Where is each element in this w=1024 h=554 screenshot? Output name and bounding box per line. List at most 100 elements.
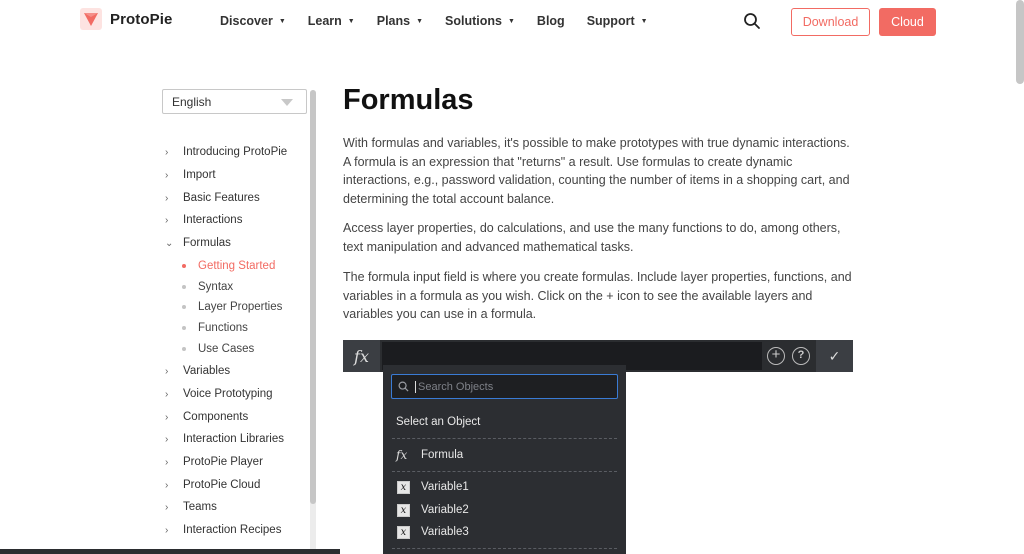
object-picker-dropdown: Search Objects Select an Object fx Formu…	[383, 365, 626, 554]
nav-support-label: Support	[586, 14, 635, 28]
divider	[392, 471, 617, 472]
nav-learn-label: Learn	[307, 14, 342, 28]
chevron-right-icon: ›	[165, 146, 169, 158]
object-item-label: Formula	[421, 449, 464, 461]
sidebar-subitem-label: Getting Started	[198, 260, 276, 272]
object-item-variable2[interactable]: x Variable2	[396, 502, 469, 518]
layer-properties-paragraph: Access layer properties, do calculations…	[343, 221, 841, 254]
nav-support[interactable]: Support ▼	[587, 14, 648, 28]
object-item-label: Variable2	[421, 504, 469, 516]
fx-icon: fx	[343, 340, 380, 372]
divider	[392, 438, 617, 439]
variable-icon: x	[397, 525, 410, 539]
nav-blog-label: Blog	[536, 14, 565, 28]
sidebar-item-protopie-player[interactable]: › ProtoPie Player	[165, 453, 263, 471]
chevron-right-icon: ›	[165, 214, 169, 226]
sidebar-item-teams[interactable]: › Teams	[165, 498, 217, 516]
sidebar-item-protopie-cloud[interactable]: › ProtoPie Cloud	[165, 476, 260, 494]
sidebar-subitem-layer-properties[interactable]: Layer Properties	[182, 298, 282, 316]
sidebar-item-components[interactable]: › Components	[165, 408, 248, 426]
bullet-dot	[182, 326, 186, 330]
help-circle-icon[interactable]: ?	[792, 347, 810, 365]
sidebar-item-introducing-protopie[interactable]: › Introducing ProtoPie	[165, 143, 287, 161]
chevron-right-icon: ›	[165, 524, 169, 536]
search-objects-input[interactable]: Search Objects	[391, 374, 618, 399]
sidebar-subitem-functions[interactable]: Functions	[182, 319, 248, 337]
download-button[interactable]: Download	[791, 8, 870, 36]
sidebar-scrollbar-thumb[interactable]	[310, 90, 316, 504]
language-select[interactable]: English	[162, 89, 307, 114]
sidebar-item-label: Components	[183, 411, 249, 423]
bullet-dot	[182, 264, 186, 268]
sidebar-subitem-label: Use Cases	[198, 343, 255, 355]
sidebar-item-import[interactable]: › Import	[165, 166, 216, 184]
sidebar-item-basic-features[interactable]: › Basic Features	[165, 189, 260, 207]
chevron-right-icon: ›	[165, 192, 169, 204]
intro-paragraph: With formulas and variables, it's possib…	[343, 136, 850, 206]
object-item-label: Variable3	[421, 526, 469, 538]
sidebar-item-formulas[interactable]: ⌄ Formulas	[165, 234, 231, 252]
cloud-button[interactable]: Cloud	[879, 8, 936, 36]
sidebar-item-label: Import	[183, 169, 216, 181]
protopie-logo[interactable]: ProtoPie	[80, 8, 172, 30]
bullet-dot	[182, 305, 186, 309]
bottom-overlay-bar	[0, 549, 340, 554]
bullet-dot	[182, 347, 186, 351]
sidebar-item-interaction-libraries[interactable]: › Interaction Libraries	[165, 430, 284, 448]
caret-down-icon: ▼	[416, 17, 424, 25]
variable-icon: x	[397, 503, 410, 517]
sidebar-item-label: Teams	[183, 501, 217, 513]
caret-down-icon: ▼	[640, 17, 648, 25]
protopie-logo-icon	[80, 8, 102, 30]
sidebar-item-label: Interaction Libraries	[183, 433, 284, 445]
search-icon[interactable]	[743, 12, 761, 30]
caret-down-icon: ▼	[507, 17, 515, 25]
fx-icon: fx	[396, 448, 408, 462]
bullet-dot	[182, 285, 186, 289]
page-title: Formulas	[343, 84, 474, 116]
nav-learn[interactable]: Learn ▼	[308, 14, 355, 28]
sidebar-subitem-syntax[interactable]: Syntax	[182, 278, 233, 296]
variable-icon: x	[397, 480, 410, 494]
formula-input-paragraph: The formula input field is where you cre…	[343, 270, 852, 321]
nav-solutions[interactable]: Solutions ▼	[445, 14, 515, 28]
sidebar-item-label: Basic Features	[183, 192, 260, 204]
add-circle-icon[interactable]: +	[767, 347, 785, 365]
nav-discover-label: Discover	[220, 14, 273, 28]
chevron-right-icon: ›	[165, 365, 169, 377]
chevron-right-icon: ›	[165, 433, 169, 445]
object-item-variable3[interactable]: x Variable3	[396, 524, 469, 540]
object-item-formula[interactable]: fx Formula	[396, 447, 463, 463]
select-object-heading: Select an Object	[396, 416, 481, 428]
sidebar-item-label: Introducing ProtoPie	[183, 146, 288, 158]
object-item-variable1[interactable]: x Variable1	[396, 479, 469, 495]
search-icon	[398, 381, 409, 392]
chevron-down-icon	[281, 99, 293, 106]
checkmark-icon[interactable]: ✓	[816, 340, 853, 372]
chevron-right-icon: ›	[165, 501, 169, 513]
main-nav: Discover ▼ Learn ▼ Plans ▼ Solutions ▼ Blog …	[220, 14, 670, 28]
sidebar-item-label: Variables	[183, 365, 231, 377]
search-placeholder: Search Objects	[415, 380, 493, 393]
sidebar-item-label: ProtoPie Player	[183, 456, 263, 468]
sidebar-item-label: Interaction Recipes	[183, 524, 282, 536]
nav-discover[interactable]: Discover ▼	[220, 14, 286, 28]
sidebar-item-interaction-recipes[interactable]: › Interaction Recipes	[165, 521, 281, 539]
sidebar-item-label: ProtoPie Cloud	[183, 479, 261, 491]
sidebar-subitem-use-cases[interactable]: Use Cases	[182, 340, 254, 358]
divider	[392, 548, 617, 549]
chevron-right-icon: ›	[165, 456, 169, 468]
sidebar-subitem-label: Functions	[198, 322, 248, 334]
caret-down-icon: ▼	[278, 17, 286, 25]
sidebar-subitem-getting-started[interactable]: Getting Started	[182, 257, 275, 275]
page-scrollbar-thumb[interactable]	[1016, 0, 1024, 84]
sidebar-item-voice-prototyping[interactable]: › Voice Prototyping	[165, 385, 273, 403]
chevron-right-icon: ›	[165, 411, 169, 423]
sidebar-subitem-label: Syntax	[198, 281, 234, 293]
sidebar-item-interactions[interactable]: › Interactions	[165, 211, 242, 229]
nav-blog[interactable]: Blog	[537, 14, 565, 28]
nav-plans[interactable]: Plans ▼	[377, 14, 423, 28]
sidebar-item-variables[interactable]: › Variables	[165, 362, 230, 380]
sidebar-subitem-label: Layer Properties	[198, 301, 283, 313]
language-select-value: English	[172, 94, 212, 109]
